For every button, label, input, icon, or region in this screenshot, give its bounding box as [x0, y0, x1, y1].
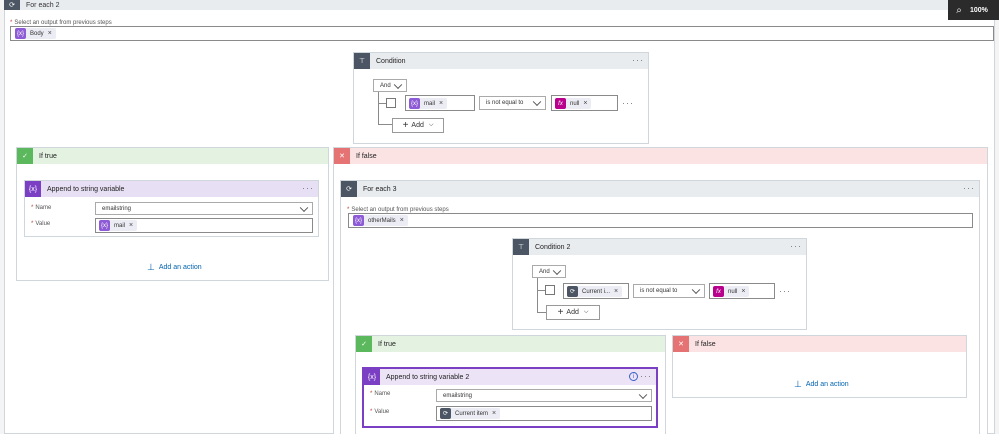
foreach2-select-input[interactable]: {x} Body × [10, 26, 994, 41]
null-token[interactable]: fx null × [713, 286, 750, 297]
zoom-control[interactable]: ⌕ 100% [948, 0, 999, 20]
append2-name-label: * Name [370, 391, 391, 397]
condition2-title: Condition 2 [535, 243, 571, 251]
if-true-1-add-action[interactable]: ⊥ Add an action [147, 262, 202, 273]
condition2-add-button[interactable]: + Add ⌵ [546, 305, 600, 320]
null-token[interactable]: fx null × [555, 98, 592, 109]
add-action-icon: ⊥ [794, 379, 802, 389]
remove-token-icon[interactable]: × [439, 100, 443, 107]
body-token[interactable]: {x} Body × [15, 28, 56, 39]
condition1-right-operand[interactable]: fx null × [551, 95, 618, 111]
condition2-operator-dropdown[interactable]: is not equal to [633, 284, 705, 298]
append1-value-label: * Value [31, 221, 51, 227]
foreach2-header[interactable]: ⟳ For each 2 [4, 0, 995, 10]
condition1-more-icon[interactable]: ··· [632, 55, 644, 65]
plus-icon: + [557, 307, 564, 318]
append1-more-icon[interactable]: ··· [302, 183, 314, 193]
append1-header[interactable]: {x} Append to string variable [25, 181, 318, 197]
plus-icon: + [402, 120, 409, 131]
foreach3-more-icon[interactable]: ··· [963, 183, 975, 193]
condition1-header[interactable]: ⊤ Condition [354, 53, 648, 69]
loop-icon: ⟳ [341, 181, 357, 197]
append1-name-dropdown[interactable]: emailstring [95, 202, 313, 215]
remove-token-icon[interactable]: × [492, 410, 496, 417]
append2-value-input[interactable]: ⟳ Current item × [436, 406, 652, 421]
loop-token-icon: ⟳ [567, 286, 578, 297]
remove-token-icon[interactable]: × [583, 100, 587, 107]
expression-icon: fx [713, 286, 724, 297]
variable-token-icon: {x} [409, 98, 420, 109]
check-icon: ✓ [356, 336, 372, 352]
condition2-right-operand[interactable]: fx null × [709, 283, 775, 299]
condition1-title: Condition [376, 57, 406, 65]
condition-icon: ⊤ [354, 53, 370, 69]
condition2-more-icon[interactable]: ··· [790, 241, 802, 251]
expression-icon: fx [555, 98, 566, 109]
chevron-down-icon: ⌵ [583, 309, 589, 315]
remove-token-icon[interactable]: × [741, 288, 745, 295]
current-item-token[interactable]: ⟳ Current item × [440, 408, 501, 419]
condition2-and-dropdown[interactable]: And [532, 265, 566, 278]
append2-value-label: * Value [370, 409, 390, 415]
loop-icon: ⟳ [4, 0, 20, 10]
if-false-2-add-action[interactable]: ⊥ Add an action [794, 379, 849, 390]
condition2-header[interactable]: ⊤ Condition 2 [513, 239, 806, 255]
if-false-2-title: If false [695, 340, 716, 348]
if-false-2-header: ✕ If false [673, 336, 966, 352]
mail-token[interactable]: {x} mail × [99, 220, 138, 231]
condition1-row-more-icon[interactable]: ··· [622, 98, 634, 108]
condition1-row-checkbox[interactable] [386, 98, 396, 108]
info-icon[interactable]: i [629, 372, 638, 381]
append1-name-label: * Name [31, 205, 52, 211]
mail-token[interactable]: {x} mail × [409, 98, 448, 109]
variable-icon: {x} [364, 369, 380, 385]
chevron-down-icon: ⌵ [428, 122, 434, 128]
append2-title: Append to string variable 2 [386, 373, 470, 381]
condition1-operator-dropdown[interactable]: is not equal to [479, 96, 546, 110]
remove-token-icon[interactable]: × [129, 222, 133, 229]
loop-token-icon: ⟳ [440, 408, 451, 419]
append2-name-dropdown[interactable]: emailstring [436, 389, 652, 402]
current-item-token[interactable]: ⟳ Current i... × [567, 286, 623, 297]
append1-title: Append to string variable [47, 185, 125, 193]
append1-value-input[interactable]: {x} mail × [95, 218, 313, 233]
close-icon: ✕ [673, 336, 689, 352]
append2-header[interactable]: {x} Append to string variable 2 [364, 369, 656, 385]
foreach3-header[interactable]: ⟳ For each 3 [341, 181, 979, 197]
if-true-2-title: If true [378, 340, 396, 348]
remove-token-icon[interactable]: × [400, 217, 404, 224]
zoom-icon[interactable]: ⌕ [948, 5, 970, 16]
if-true-1-header: ✓ If true [17, 148, 328, 164]
variable-icon: {x} [25, 181, 41, 197]
condition2-row-more-icon[interactable]: ··· [779, 286, 791, 296]
condition2-left-operand[interactable]: ⟳ Current i... × [563, 283, 629, 299]
condition1-left-operand[interactable]: {x} mail × [405, 95, 475, 111]
check-icon: ✓ [17, 148, 33, 164]
if-true-1-title: If true [39, 152, 57, 160]
condition2-card: ⊤ Condition 2 ··· And ⟳ Current i... × is… [512, 238, 807, 330]
remove-token-icon[interactable]: × [48, 30, 52, 37]
close-icon: ✕ [334, 148, 350, 164]
if-false-1-header: ✕ If false [334, 148, 987, 164]
if-true-2-header: ✓ If true [356, 336, 665, 352]
append1-card: {x} Append to string variable ··· * Name … [24, 180, 319, 237]
variable-token-icon: {x} [99, 220, 110, 231]
append2-card: {x} Append to string variable 2 i ··· * N… [362, 367, 658, 428]
condition-icon: ⊤ [513, 239, 529, 255]
foreach3-title: For each 3 [363, 185, 397, 193]
if-false-1-title: If false [356, 152, 377, 160]
condition1-card: ⊤ Condition ··· And {x} mail × is not equ… [353, 52, 649, 144]
append2-more-icon[interactable]: ··· [640, 371, 652, 381]
zoom-level: 100% [970, 6, 988, 14]
remove-token-icon[interactable]: × [614, 288, 618, 295]
add-action-icon: ⊥ [147, 262, 155, 272]
variable-token-icon: {x} [15, 28, 26, 39]
condition1-and-dropdown[interactable]: And [373, 79, 407, 92]
foreach2-title: For each 2 [26, 1, 60, 9]
condition1-add-button[interactable]: + Add ⌵ [392, 118, 444, 133]
othermails-token[interactable]: {x} otherMails × [353, 215, 408, 226]
foreach3-select-input[interactable]: {x} otherMails × [348, 213, 973, 228]
variable-token-icon: {x} [353, 215, 364, 226]
condition2-row-checkbox[interactable] [545, 285, 555, 295]
